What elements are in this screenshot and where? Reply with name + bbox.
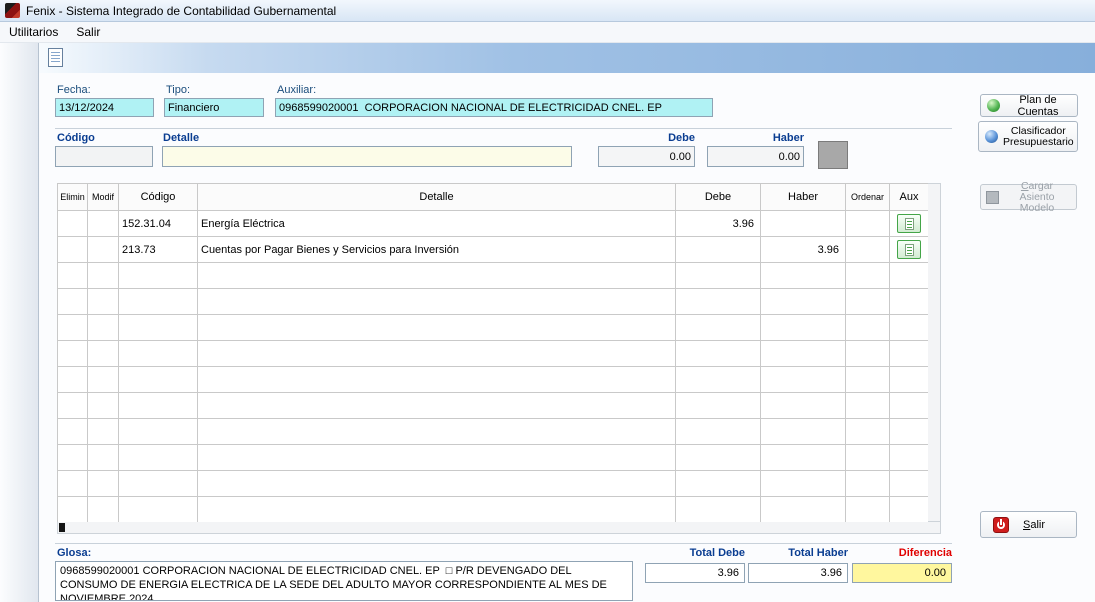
codigo-label: Código <box>57 132 95 144</box>
diferencia-value: 0.00 <box>852 563 952 583</box>
plan-de-cuentas-label: Plan de Cuentas <box>1005 94 1071 118</box>
menubar: Utilitarios Salir <box>0 22 1095 43</box>
table-row-empty[interactable] <box>58 419 929 445</box>
detalle-input[interactable] <box>162 146 572 167</box>
clasificador-icon <box>985 130 998 143</box>
horizontal-scrollbar[interactable] <box>57 522 941 534</box>
separator <box>55 128 952 129</box>
haber-label: Haber <box>707 132 804 144</box>
clasificador-label-line2: Presupuestario <box>1003 137 1074 148</box>
cargar-asiento-icon <box>986 191 999 204</box>
total-haber-label: Total Haber <box>748 547 848 559</box>
debe-label: Debe <box>598 132 695 144</box>
detalle-label: Detalle <box>163 132 199 144</box>
table-row-empty[interactable] <box>58 393 929 419</box>
auxiliar-label: Auxiliar: <box>277 84 316 96</box>
row-haber <box>761 211 846 237</box>
table-header-row: Elimin Modif Código Detalle Debe Haber O… <box>58 184 929 211</box>
table-row-empty[interactable] <box>58 471 929 497</box>
window-title: Fenix - Sistema Integrado de Contabilida… <box>26 4 336 18</box>
row-haber: 3.96 <box>761 237 846 263</box>
table-row-empty[interactable] <box>58 315 929 341</box>
row-codigo: 152.31.04 <box>119 211 198 237</box>
aux-button[interactable] <box>897 240 921 259</box>
debe-input[interactable] <box>598 146 695 167</box>
application-window: Fenix - Sistema Integrado de Contabilida… <box>0 0 1095 602</box>
row-detalle: Cuentas por Pagar Bienes y Servicios par… <box>198 237 676 263</box>
col-header-haber: Haber <box>761 184 846 211</box>
aux-icon <box>905 244 914 256</box>
col-header-ordenar: Ordenar <box>846 184 890 211</box>
total-haber-value: 3.96 <box>748 563 848 583</box>
col-header-elimin: Elimin <box>58 184 88 211</box>
menu-item-salir[interactable]: Salir <box>67 22 109 43</box>
salir-button[interactable]: Salir <box>980 511 1077 538</box>
tipo-input[interactable] <box>164 98 264 117</box>
app-icon <box>5 3 20 18</box>
total-debe-value: 3.96 <box>645 563 745 583</box>
clasificador-label-line1: Clasificador <box>1011 126 1066 137</box>
salir-button-label: Salir <box>1023 519 1045 531</box>
table-row-empty[interactable] <box>58 367 929 393</box>
scrollbar-thumb[interactable] <box>59 523 65 532</box>
entries-table-body: 152.31.04 Energía Eléctrica 3.96 213.73 … <box>58 211 929 523</box>
cargar-asiento-label-line1: Cargar Asiento <box>1004 181 1070 203</box>
table-row[interactable]: 213.73 Cuentas por Pagar Bienes y Servic… <box>58 237 929 263</box>
cargar-asiento-modelo-button[interactable]: Cargar Asiento Modelo <box>980 184 1077 210</box>
vertical-scrollbar[interactable] <box>928 183 941 522</box>
table-row-empty[interactable] <box>58 497 929 523</box>
col-header-detalle: Detalle <box>198 184 676 211</box>
aux-button[interactable] <box>897 214 921 233</box>
new-document-icon[interactable] <box>48 48 63 67</box>
cargar-asiento-label-line2: Modelo <box>1020 203 1054 214</box>
glosa-textarea[interactable]: 0968599020001 CORPORACION NACIONAL DE EL… <box>55 561 633 601</box>
row-debe: 3.96 <box>676 211 761 237</box>
col-header-aux: Aux <box>890 184 929 211</box>
clasificador-presupuestario-button[interactable]: Clasificador Presupuestario <box>978 121 1078 152</box>
titlebar: Fenix - Sistema Integrado de Contabilida… <box>0 0 1095 22</box>
haber-input[interactable] <box>707 146 804 167</box>
entries-table: Elimin Modif Código Detalle Debe Haber O… <box>57 183 929 523</box>
fecha-input[interactable] <box>55 98 154 117</box>
row-detalle: Energía Eléctrica <box>198 211 676 237</box>
row-codigo: 213.73 <box>119 237 198 263</box>
aux-icon <box>905 218 914 230</box>
separator <box>55 543 952 544</box>
tipo-label: Tipo: <box>166 84 190 96</box>
table-row-empty[interactable] <box>58 289 929 315</box>
table-row-empty[interactable] <box>58 445 929 471</box>
gray-action-button[interactable] <box>818 141 848 169</box>
menu-item-utilitarios[interactable]: Utilitarios <box>0 22 67 43</box>
toolbar <box>39 43 1095 73</box>
col-header-codigo: Código <box>119 184 198 211</box>
table-row-empty[interactable] <box>58 263 929 289</box>
row-debe <box>676 237 761 263</box>
total-debe-label: Total Debe <box>645 547 745 559</box>
plan-de-cuentas-button[interactable]: Plan de Cuentas <box>980 94 1078 117</box>
col-header-debe: Debe <box>676 184 761 211</box>
plan-de-cuentas-icon <box>987 99 1000 112</box>
col-header-modif: Modif <box>88 184 119 211</box>
glosa-label: Glosa: <box>57 547 91 559</box>
table-row[interactable]: 152.31.04 Energía Eléctrica 3.96 <box>58 211 929 237</box>
codigo-input[interactable] <box>55 146 153 167</box>
left-panel <box>0 43 39 602</box>
table-row-empty[interactable] <box>58 341 929 367</box>
salir-icon <box>993 517 1009 533</box>
auxiliar-input[interactable] <box>275 98 713 117</box>
diferencia-label: Diferencia <box>852 547 952 559</box>
fecha-label: Fecha: <box>57 84 91 96</box>
